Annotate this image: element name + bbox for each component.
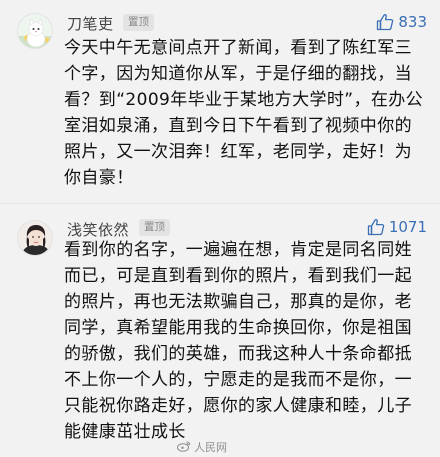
- comment-text: 今天中午无意间点开了新闻，看到了陈红军三个字，因为知道你从军，于是仔细的翻找，当…: [64, 38, 424, 188]
- comment-text: 看到你的名字，一遍遍在想，肯定是同名同姓而已，可是直到看到你的照片，看到我们一起…: [64, 240, 412, 442]
- watermark: 人民网: [177, 439, 227, 455]
- thumbs-up-icon: [367, 218, 385, 236]
- like-count: 833: [398, 13, 427, 31]
- divider: [0, 203, 440, 204]
- avatar[interactable]: [17, 220, 53, 256]
- thumbs-up-icon: [376, 13, 394, 31]
- like-count: 1071: [388, 218, 427, 236]
- username[interactable]: 刀笔吏: [67, 13, 114, 34]
- weibo-icon: [177, 440, 191, 455]
- pinned-badge: 置顶: [139, 219, 170, 236]
- watermark-text: 人民网: [194, 441, 227, 454]
- avatar[interactable]: [17, 13, 53, 49]
- pinned-badge: 置顶: [123, 14, 154, 31]
- like-button[interactable]: 1071: [367, 217, 427, 237]
- like-button[interactable]: 833: [376, 12, 427, 32]
